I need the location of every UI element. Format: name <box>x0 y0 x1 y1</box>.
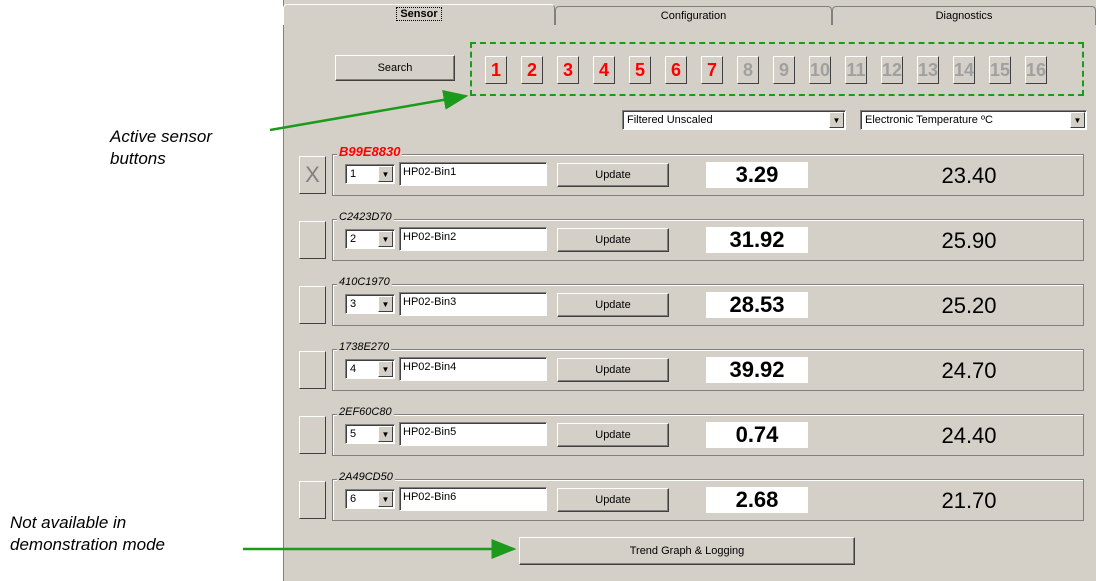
sensor-button-6[interactable]: 6 <box>665 56 687 84</box>
chevron-down-icon[interactable]: ▼ <box>378 231 393 247</box>
chevron-down-icon[interactable]: ▼ <box>378 296 393 312</box>
sensor-index-value: 5 <box>350 428 357 440</box>
chevron-down-icon[interactable]: ▼ <box>829 112 844 128</box>
update-button[interactable]: Update <box>557 423 669 447</box>
sensor-select-button[interactable] <box>299 481 326 519</box>
sensor-temperature: 24.70 <box>941 358 997 383</box>
sensor-value: 2.68 <box>706 487 808 513</box>
sensor-index-select[interactable]: 3 ▼ <box>345 294 395 314</box>
sensor-button-14[interactable]: 14 <box>953 56 975 84</box>
update-button[interactable]: Update <box>557 293 669 317</box>
sensor-button-9[interactable]: 9 <box>773 56 795 84</box>
sensor-serial: C2423D70 <box>337 211 394 223</box>
tab-configuration[interactable]: Configuration <box>555 6 832 25</box>
sensor-value: 31.92 <box>706 227 808 253</box>
sensor-index-select[interactable]: 2 ▼ <box>345 229 395 249</box>
sensor-button-13[interactable]: 13 <box>917 56 939 84</box>
temperature-select-value: Electronic Temperature ºC <box>865 114 993 126</box>
sensor-serial: 2EF60C80 <box>337 406 394 418</box>
sensor-button-1[interactable]: 1 <box>485 56 507 84</box>
sensor-temperature: 25.20 <box>941 293 997 318</box>
sensor-name-field[interactable]: HP02-Bin2 <box>399 227 547 251</box>
sensor-index-select[interactable]: 5 ▼ <box>345 424 395 444</box>
mode-select[interactable]: Filtered Unscaled ▼ <box>622 110 846 130</box>
sensor-index-value: 3 <box>350 298 357 310</box>
annotation-na-line2: demonstration mode <box>10 535 165 554</box>
sensor-button-3[interactable]: 3 <box>557 56 579 84</box>
update-button[interactable]: Update <box>557 228 669 252</box>
sensor-button-15[interactable]: 15 <box>989 56 1011 84</box>
sensor-name-field[interactable]: HP02-Bin5 <box>399 422 547 446</box>
chevron-down-icon[interactable]: ▼ <box>378 491 393 507</box>
tab-sensor-label: Sensor <box>396 7 442 21</box>
sensor-index-select[interactable]: 6 ▼ <box>345 489 395 509</box>
sensor-index-value: 2 <box>350 233 357 245</box>
sensor-name-field[interactable]: HP02-Bin6 <box>399 487 547 511</box>
sensor-index-select[interactable]: 1 ▼ <box>345 164 395 184</box>
sensor-value: 3.29 <box>706 162 808 188</box>
update-button[interactable]: Update <box>557 163 669 187</box>
sensor-temperature: 21.70 <box>941 488 997 513</box>
sensor-button-8[interactable]: 8 <box>737 56 759 84</box>
sensor-button-4[interactable]: 4 <box>593 56 615 84</box>
sensor-name-field[interactable]: HP02-Bin3 <box>399 292 547 316</box>
chevron-down-icon[interactable]: ▼ <box>378 361 393 377</box>
sensor-serial: 1738E270 <box>337 341 392 353</box>
sensor-index-value: 6 <box>350 493 357 505</box>
sensor-serial: 410C1970 <box>337 276 392 288</box>
sensor-serial: B99E8830 <box>337 144 403 159</box>
tab-bar: Sensor Configuration Diagnostics <box>283 4 1096 26</box>
sensor-temperature: 23.40 <box>941 163 997 188</box>
sensor-index-value: 4 <box>350 363 357 375</box>
chevron-down-icon[interactable]: ▼ <box>378 166 393 182</box>
sensor-name-field[interactable]: HP02-Bin1 <box>399 162 547 186</box>
update-button[interactable]: Update <box>557 358 669 382</box>
temperature-select[interactable]: Electronic Temperature ºC ▼ <box>860 110 1087 130</box>
sensor-value: 0.74 <box>706 422 808 448</box>
sensor-name-field[interactable]: HP02-Bin4 <box>399 357 547 381</box>
sensor-button-16[interactable]: 16 <box>1025 56 1047 84</box>
sensor-button-2[interactable]: 2 <box>521 56 543 84</box>
sensor-select-button[interactable] <box>299 221 326 259</box>
annotation-active-line1: Active sensor <box>110 127 213 146</box>
annotation-active-line2: buttons <box>110 149 166 168</box>
chevron-down-icon[interactable]: ▼ <box>1070 112 1085 128</box>
sensor-button-11[interactable]: 11 <box>845 56 867 84</box>
sensor-index-value: 1 <box>350 168 357 180</box>
sensor-select-button[interactable] <box>299 286 326 324</box>
chevron-down-icon[interactable]: ▼ <box>378 426 393 442</box>
sensor-value: 39.92 <box>706 357 808 383</box>
sensor-button-12[interactable]: 12 <box>881 56 903 84</box>
sensor-index-select[interactable]: 4 ▼ <box>345 359 395 379</box>
sensor-value: 28.53 <box>706 292 808 318</box>
tab-sensor[interactable]: Sensor <box>283 4 555 25</box>
sensor-temperature: 25.90 <box>941 228 997 253</box>
sensor-select-button[interactable] <box>299 416 326 454</box>
annotation-na-line1: Not available in <box>10 513 127 532</box>
update-button[interactable]: Update <box>557 488 669 512</box>
search-button[interactable]: Search <box>335 55 455 81</box>
sensor-select-button[interactable] <box>299 351 326 389</box>
trend-graph-logging-button[interactable]: Trend Graph & Logging <box>519 537 855 565</box>
annotation-active-sensor: Active sensor buttons <box>110 126 212 170</box>
sensor-button-5[interactable]: 5 <box>629 56 651 84</box>
sensor-select-button[interactable]: X <box>299 156 326 194</box>
annotation-not-available: Not available in demonstration mode <box>10 512 165 556</box>
sensor-button-7[interactable]: 7 <box>701 56 723 84</box>
tab-diagnostics[interactable]: Diagnostics <box>832 6 1096 25</box>
sensor-button-10[interactable]: 10 <box>809 56 831 84</box>
mode-select-value: Filtered Unscaled <box>627 114 713 126</box>
sensor-serial: 2A49CD50 <box>337 471 395 483</box>
sensor-temperature: 24.40 <box>941 423 997 448</box>
